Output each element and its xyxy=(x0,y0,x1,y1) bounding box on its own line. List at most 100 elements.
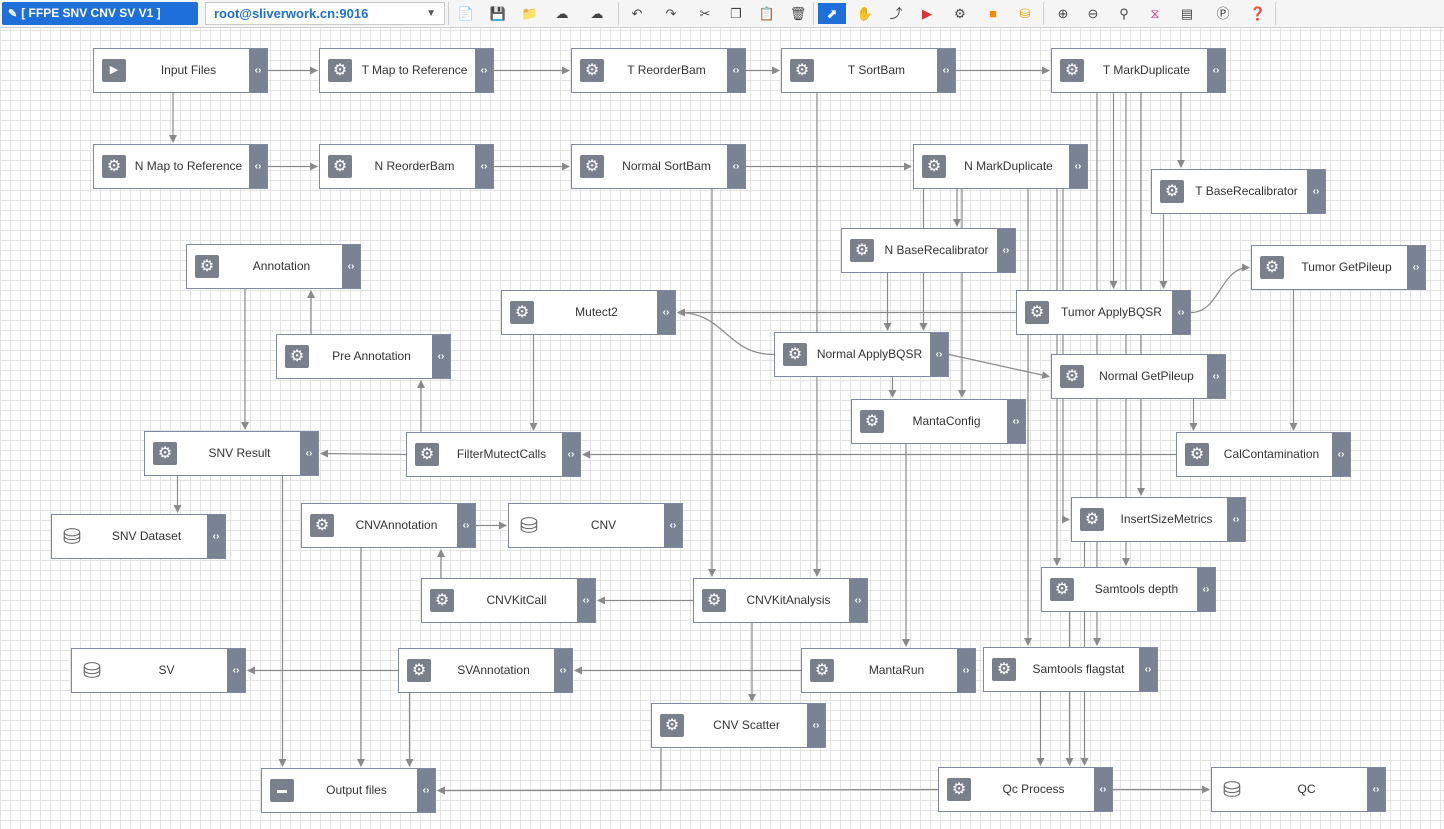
storage-icon[interactable]: ■ xyxy=(979,3,1007,24)
node-cnvkitcall[interactable]: ⚙ CNVKitCall ‹› xyxy=(421,578,596,623)
node-tbaserecal[interactable]: ⚙ T BaseRecalibrator ‹› xyxy=(1151,169,1326,214)
node-port-handle[interactable]: ‹› xyxy=(1172,291,1190,334)
save-icon[interactable]: 💾 xyxy=(484,3,512,24)
node-nsort[interactable]: ⚙ Normal SortBam ‹› xyxy=(571,144,746,189)
node-nmap[interactable]: ⚙ N Map to Reference ‹› xyxy=(93,144,268,189)
node-port-handle[interactable]: ‹› xyxy=(1197,568,1215,611)
node-port-handle[interactable]: ‹› xyxy=(997,229,1015,272)
node-qc[interactable]: ⛁ QC ‹› xyxy=(1211,767,1386,812)
node-port-handle[interactable]: ‹› xyxy=(1007,400,1025,443)
edge-napplybqsr-to-normalpileup[interactable] xyxy=(948,353,1050,379)
node-calcontam[interactable]: ⚙ CalContamination ‹› xyxy=(1176,432,1351,477)
node-port-handle[interactable]: ‹› xyxy=(342,245,360,288)
node-nmarkdup[interactable]: ⚙ N MarkDuplicate ‹› xyxy=(913,144,1088,189)
node-port-handle[interactable]: ‹› xyxy=(457,504,475,547)
node-port-handle[interactable]: ‹› xyxy=(727,49,745,92)
node-port-handle[interactable]: ‹› xyxy=(937,49,955,92)
node-tmap[interactable]: ⚙ T Map to Reference ‹› xyxy=(319,48,494,93)
database-icon[interactable]: ⛁ xyxy=(1011,3,1039,24)
node-port-handle[interactable]: ‹› xyxy=(577,579,595,622)
undo-icon[interactable]: ↶ xyxy=(623,3,651,24)
node-tmarkdup[interactable]: ⚙ T MarkDuplicate ‹› xyxy=(1051,48,1226,93)
zoom-in-icon[interactable]: ⊕ xyxy=(1049,3,1077,24)
node-port-handle[interactable]: ‹› xyxy=(475,145,493,188)
edge-tapplybqsr-to-tumorpileup[interactable] xyxy=(1190,263,1250,314)
node-port-handle[interactable]: ‹› xyxy=(1227,498,1245,541)
node-tsort[interactable]: ⚙ T SortBam ‹› xyxy=(781,48,956,93)
node-filtermutect[interactable]: ⚙ FilterMutectCalls ‹› xyxy=(406,432,581,477)
node-port-handle[interactable]: ‹› xyxy=(727,145,745,188)
node-qcprocess[interactable]: ⚙ Qc Process ‹› xyxy=(938,767,1113,812)
node-port-handle[interactable]: ‹› xyxy=(664,504,682,547)
node-cnvscatter[interactable]: ⚙ CNV Scatter ‹› xyxy=(651,703,826,748)
node-nbaserecal[interactable]: ⚙ N BaseRecalibrator ‹› xyxy=(841,228,1016,273)
edit-icon[interactable]: ✎ xyxy=(8,3,17,26)
node-port-handle[interactable]: ‹› xyxy=(417,769,435,812)
edge-napplybqsr-to-mutect2[interactable] xyxy=(677,308,775,356)
node-port-handle[interactable]: ‹› xyxy=(849,579,867,622)
node-port-handle[interactable]: ‹› xyxy=(1207,355,1225,398)
node-samtoolsflagstat[interactable]: ⚙ Samtools flagstat ‹› xyxy=(983,647,1158,692)
redo-icon[interactable]: ↷ xyxy=(657,3,685,24)
node-port-handle[interactable]: ‹› xyxy=(957,649,975,692)
node-port-handle[interactable]: ‹› xyxy=(475,49,493,92)
node-tapplybqsr[interactable]: ⚙ Tumor ApplyBQSR ‹› xyxy=(1016,290,1191,335)
node-port-handle[interactable]: ‹› xyxy=(562,433,580,476)
node-port-handle[interactable]: ‹› xyxy=(1407,246,1425,289)
node-svannotation[interactable]: ⚙ SVAnnotation ‹› xyxy=(398,648,573,693)
node-napplybqsr[interactable]: ⚙ Normal ApplyBQSR ‹› xyxy=(774,332,949,377)
node-sv[interactable]: ⛁ SV ‹› xyxy=(71,648,246,693)
node-mantarun[interactable]: ⚙ MantaRun ‹› xyxy=(801,648,976,693)
download-icon[interactable]: ☁ xyxy=(583,3,611,24)
zoom-reset-icon[interactable]: ⚲ xyxy=(1110,3,1138,24)
edge-filtermutect-to-snvresult[interactable] xyxy=(320,449,407,458)
edge-cnvscatter-to-outputfiles[interactable] xyxy=(437,748,662,795)
settings-icon[interactable]: ⚙ xyxy=(946,3,974,24)
node-mantaconfig[interactable]: ⚙ MantaConfig ‹› xyxy=(851,399,1026,444)
node-snvresult[interactable]: ⚙ SNV Result ‹› xyxy=(144,431,319,476)
node-port-handle[interactable]: ‹› xyxy=(554,649,572,692)
node-nreorder[interactable]: ⚙ N ReorderBam ‹› xyxy=(319,144,494,189)
help-icon[interactable]: ❓ xyxy=(1244,3,1272,24)
delete-icon[interactable]: 🗑 xyxy=(784,3,812,24)
node-normalpileup[interactable]: ⚙ Normal GetPileup ‹› xyxy=(1051,354,1226,399)
node-mutect2[interactable]: ⚙ Mutect2 ‹› xyxy=(501,290,676,335)
node-port-handle[interactable]: ‹› xyxy=(657,291,675,334)
hand-icon[interactable]: ✋ xyxy=(851,3,879,24)
node-port-handle[interactable]: ‹› xyxy=(1094,768,1112,811)
node-preannotation[interactable]: ⚙ Pre Annotation ‹› xyxy=(276,334,451,379)
node-cnv[interactable]: ⛁ CNV ‹› xyxy=(508,503,683,548)
layout-icon[interactable]: ▤ xyxy=(1173,3,1201,24)
node-port-handle[interactable]: ‹› xyxy=(1069,145,1087,188)
open-folder-icon[interactable]: 📁 xyxy=(516,3,544,24)
server-select[interactable]: root@sliverwork.cn:9016 ▼ xyxy=(205,2,445,25)
workflow-title[interactable]: ✎ [ FFPE SNV CNV SV V1 ] xyxy=(2,2,198,25)
node-port-handle[interactable]: ‹› xyxy=(1367,768,1385,811)
zoom-out-icon[interactable]: ⊖ xyxy=(1079,3,1107,24)
paste-icon[interactable]: 📋 xyxy=(753,3,781,24)
node-snvdataset[interactable]: ⛁ SNV Dataset ‹› xyxy=(51,514,226,559)
node-port-handle[interactable]: ‹› xyxy=(227,649,245,692)
pointer-icon[interactable]: ⬈ xyxy=(818,3,846,24)
node-insertsize[interactable]: ⚙ InsertSizeMetrics ‹› xyxy=(1071,497,1246,542)
node-input[interactable]: ▶ Input Files ‹› xyxy=(93,48,268,93)
node-port-handle[interactable]: ‹› xyxy=(249,145,267,188)
connect-icon[interactable]: ⤴ xyxy=(882,3,910,24)
node-annotation[interactable]: ⚙ Annotation ‹› xyxy=(186,244,361,289)
node-port-handle[interactable]: ‹› xyxy=(1207,49,1225,92)
node-samtoolsdepth[interactable]: ⚙ Samtools depth ‹› xyxy=(1041,567,1216,612)
node-treorder[interactable]: ⚙ T ReorderBam ‹› xyxy=(571,48,746,93)
node-tumorpileup[interactable]: ⚙ Tumor GetPileup ‹› xyxy=(1251,245,1426,290)
node-port-handle[interactable]: ‹› xyxy=(1307,170,1325,213)
run-icon[interactable]: ▶ xyxy=(913,3,941,24)
node-port-handle[interactable]: ‹› xyxy=(1139,648,1157,691)
node-port-handle[interactable]: ‹› xyxy=(207,515,225,558)
node-cnvannotation[interactable]: ⚙ CNVAnnotation ‹› xyxy=(301,503,476,548)
copy-icon[interactable]: ❐ xyxy=(722,3,750,24)
dna-icon[interactable]: ⧖ xyxy=(1141,3,1169,24)
node-port-handle[interactable]: ‹› xyxy=(930,333,948,376)
credits-icon[interactable]: Ⓟ xyxy=(1209,3,1237,24)
upload-icon[interactable]: ☁ xyxy=(548,3,576,24)
node-outputfiles[interactable]: ▬ Output files ‹› xyxy=(261,768,436,813)
node-cnvkitanalysis[interactable]: ⚙ CNVKitAnalysis ‹› xyxy=(693,578,868,623)
